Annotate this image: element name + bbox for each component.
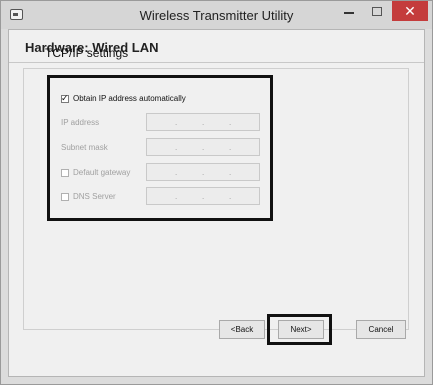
cancel-button[interactable]: Cancel xyxy=(356,320,406,339)
dns-server-row[interactable]: DNS Server xyxy=(61,192,116,201)
title-bar[interactable]: Wireless Transmitter Utility ✕ xyxy=(1,1,432,29)
obtain-ip-auto-row[interactable]: Obtain IP address automatically xyxy=(61,93,186,104)
default-gateway-label: Default gateway xyxy=(73,168,131,177)
default-gateway-row[interactable]: Default gateway xyxy=(61,168,130,177)
maximize-button[interactable] xyxy=(363,1,390,21)
next-button[interactable]: Next> xyxy=(278,320,324,339)
default-gateway-field[interactable]: . . . xyxy=(146,163,260,181)
back-button[interactable]: <Back xyxy=(219,320,265,339)
subnet-mask-field[interactable]: . . . xyxy=(146,138,260,156)
close-button[interactable]: ✕ xyxy=(392,1,428,21)
dns-server-checkbox[interactable] xyxy=(61,192,69,201)
ip-address-label: IP address xyxy=(61,118,100,127)
section-title: TCP/IP settings xyxy=(45,46,129,60)
ip-settings-group: Obtain IP address automatically IP addre… xyxy=(47,75,273,221)
minimize-button[interactable] xyxy=(336,1,363,21)
obtain-ip-auto-checkbox[interactable] xyxy=(61,93,69,104)
dns-server-field[interactable]: . . . xyxy=(146,187,260,205)
obtain-ip-auto-label: Obtain IP address automatically xyxy=(73,94,186,103)
dialog-window: Wireless Transmitter Utility ✕ Hardware:… xyxy=(0,0,433,385)
dns-server-label: DNS Server xyxy=(73,192,116,201)
subnet-mask-label: Subnet mask xyxy=(61,143,108,152)
ip-address-field[interactable]: . . . xyxy=(146,113,260,131)
header-divider xyxy=(9,62,424,63)
default-gateway-checkbox[interactable] xyxy=(61,168,69,177)
